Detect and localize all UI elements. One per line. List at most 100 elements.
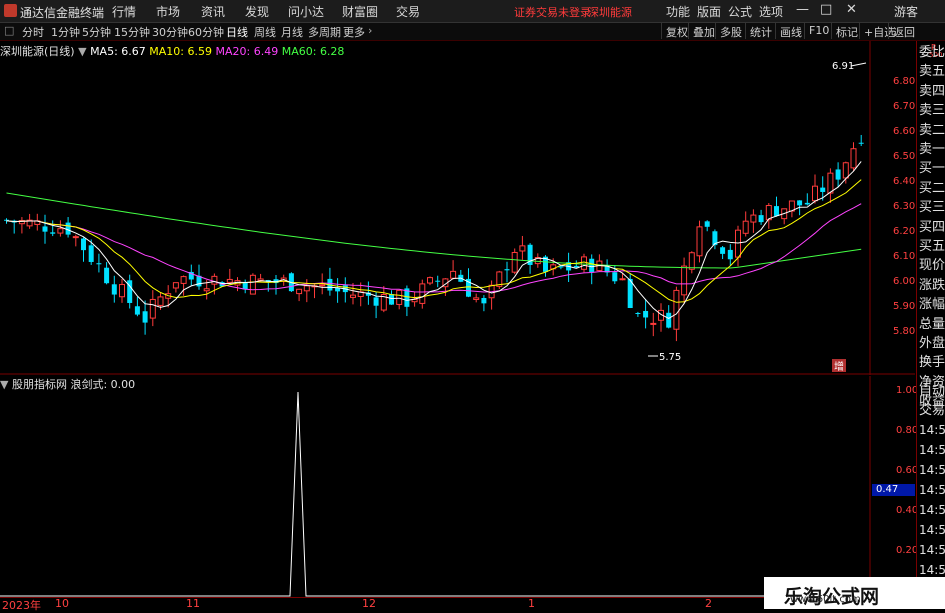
candle-body: [427, 277, 433, 284]
menu-market[interactable]: 市场: [156, 3, 180, 20]
candle-body: [804, 202, 810, 205]
trade-login-status[interactable]: 证券交易未登录: [514, 4, 591, 20]
price-axis-label: 6.30: [893, 201, 916, 212]
side-item[interactable]: 现价: [919, 257, 945, 274]
side-bottom-item[interactable]: 自动: [919, 383, 945, 400]
toolbar-collapse-icon[interactable]: □: [4, 24, 14, 37]
stats-button[interactable]: 统计: [745, 23, 776, 39]
indicator-value-label: 浪剑式: 0.00: [70, 378, 136, 391]
candlestick-chart[interactable]: 6.91 5.75 增: [0, 41, 915, 375]
indicator-toggle-icon[interactable]: ▼: [0, 378, 8, 391]
side-item[interactable]: 买二: [919, 180, 945, 197]
side-item[interactable]: 卖五: [919, 63, 945, 80]
side-item[interactable]: 委比: [919, 44, 945, 61]
candle-body: [57, 228, 64, 234]
legend-toggle-icon[interactable]: ▼: [78, 45, 86, 58]
candle-body: [581, 256, 587, 270]
side-item[interactable]: 买一: [919, 160, 945, 177]
price-axis-label: 6.10: [893, 251, 916, 262]
side-item[interactable]: 买三: [919, 199, 945, 216]
tab-period-1min[interactable]: 1分钟: [51, 24, 80, 40]
back-button[interactable]: 返回: [888, 23, 919, 39]
indicator-name[interactable]: 股朋指标网: [12, 378, 67, 391]
menu-function[interactable]: 功能: [666, 3, 690, 20]
side-item[interactable]: 卖三: [919, 102, 945, 119]
candle-body: [612, 272, 618, 282]
candle-body: [96, 263, 102, 265]
tab-period-weekly[interactable]: 周线: [254, 24, 276, 40]
side-item[interactable]: 买四: [919, 219, 945, 236]
indicator-axis-label: 0.60: [896, 465, 919, 476]
tab-period-daily[interactable]: 日线: [226, 24, 248, 40]
indicator-axis-label: 1.00: [896, 385, 919, 396]
candle-body: [450, 270, 457, 279]
tab-period-15min[interactable]: 15分钟: [114, 24, 150, 40]
menu-trade[interactable]: 交易: [396, 3, 420, 20]
menu-layout[interactable]: 版面: [697, 3, 721, 20]
menu-options[interactable]: 选项: [759, 3, 783, 20]
tab-period-60min[interactable]: 60分钟: [188, 24, 224, 40]
tab-period-intraday[interactable]: 分时: [22, 24, 44, 40]
indicator-axis-label: 0.20: [896, 545, 919, 556]
side-item[interactable]: 外盘: [919, 335, 945, 352]
candle-body: [134, 306, 140, 315]
indicator-axis-label: 0.40: [896, 505, 919, 516]
tab-period-5min[interactable]: 5分钟: [82, 24, 111, 40]
xaxis-label-12: 12: [362, 597, 376, 610]
draw-line-button[interactable]: 画线: [775, 23, 806, 39]
side-item[interactable]: 总量: [919, 316, 945, 333]
tab-period-monthly[interactable]: 月线: [281, 24, 303, 40]
candle-body: [619, 278, 626, 281]
menu-wealth[interactable]: 财富圈: [342, 3, 378, 20]
minimize-icon[interactable]: —: [796, 2, 809, 17]
candle-body: [142, 311, 148, 323]
xaxis-label-year: 2023年: [2, 599, 41, 612]
f10-button[interactable]: F10: [804, 23, 833, 39]
candle-body: [249, 274, 256, 295]
candle-body: [643, 310, 649, 318]
candle-body: [81, 238, 86, 251]
menu-formula[interactable]: 公式: [728, 3, 752, 20]
side-item[interactable]: 涨幅: [919, 296, 945, 313]
side-item[interactable]: 买五: [919, 238, 945, 255]
side-time: 14:56: [919, 503, 945, 517]
indicator-legend: ▼ 股朋指标网 浪剑式: 0.00: [0, 376, 135, 392]
candle-body: [635, 313, 641, 315]
candle-body: [511, 251, 518, 273]
low-price-label: 5.75: [659, 352, 681, 363]
candle-body: [765, 205, 772, 221]
side-item[interactable]: 涨跌: [919, 277, 945, 294]
candle-body: [104, 267, 110, 284]
tab-period-multi[interactable]: 多周期: [308, 24, 341, 40]
side-time: 14:56: [919, 443, 945, 457]
menu-ask[interactable]: 问小达: [288, 3, 324, 20]
chevron-right-icon[interactable]: ›: [368, 24, 372, 37]
menu-discover[interactable]: 发现: [245, 3, 269, 20]
tab-period-30min[interactable]: 30分钟: [152, 24, 188, 40]
side-item[interactable]: 卖一: [919, 141, 945, 158]
side-time: 14:56: [919, 523, 945, 537]
side-item[interactable]: 换手: [919, 354, 945, 371]
user-guest[interactable]: 游客: [894, 3, 918, 20]
side-bottom-item[interactable]: 交易: [919, 402, 945, 419]
tab-period-more[interactable]: 更多: [343, 24, 365, 40]
close-icon[interactable]: ✕: [846, 2, 857, 17]
candle-body: [203, 288, 210, 292]
indicator-chart[interactable]: [0, 376, 915, 597]
maximize-icon[interactable]: □: [820, 2, 832, 17]
side-item[interactable]: 卖二: [919, 122, 945, 139]
mark-button[interactable]: 标记: [831, 23, 862, 39]
multi-stock-button[interactable]: 多股: [715, 23, 746, 39]
candle-body: [820, 187, 826, 192]
candle-body: [858, 142, 864, 144]
ma20-label: MA20: 6.49: [215, 45, 279, 58]
candle-body: [774, 206, 779, 216]
current-stock-name[interactable]: 深圳能源: [588, 4, 632, 20]
ma5-label: MA5: 6.67: [90, 45, 146, 58]
stock-label: 深圳能源(日线): [0, 45, 75, 58]
menu-quotes[interactable]: 行情: [112, 3, 136, 20]
menu-news[interactable]: 资讯: [201, 3, 225, 20]
side-item[interactable]: 卖四: [919, 83, 945, 100]
candle-body: [296, 288, 303, 295]
ma10-label: MA10: 6.59: [149, 45, 212, 58]
